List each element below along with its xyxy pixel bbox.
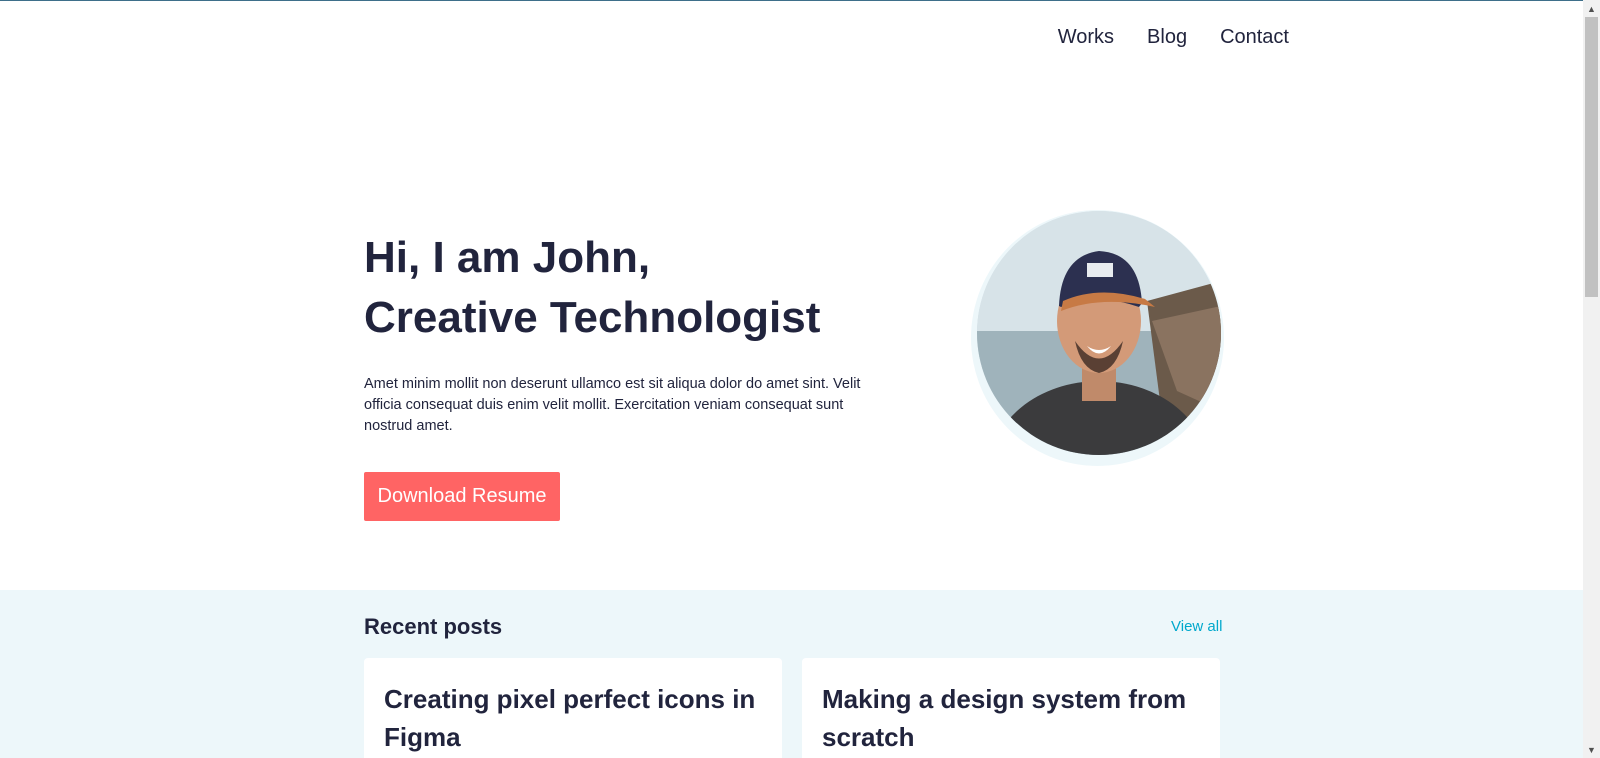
- view-all-link[interactable]: View all: [1171, 618, 1222, 635]
- post-card-title[interactable]: Making a design system from scratch: [822, 680, 1200, 756]
- nav-item-contact[interactable]: Contact: [1220, 26, 1289, 49]
- avatar-photo: [977, 211, 1221, 455]
- hero-title-line-2: Creative Technologist: [364, 293, 821, 342]
- main-nav: Works Blog Contact: [1058, 26, 1289, 49]
- hero-title-line-1: Hi, I am John,: [364, 233, 651, 282]
- top-border: [0, 0, 1583, 1]
- vertical-scrollbar[interactable]: ▲ ▼: [1583, 0, 1600, 758]
- hero-title: Hi, I am John, Creative Technologist: [364, 228, 820, 348]
- recent-posts-title: Recent posts: [364, 614, 503, 639]
- triangle-up-icon[interactable]: ▲: [1583, 0, 1600, 17]
- scrollbar-thumb[interactable]: [1585, 17, 1598, 297]
- post-card-title[interactable]: Creating pixel perfect icons in Figma: [384, 680, 762, 756]
- hero-description: Amet minim mollit non deserunt ullamco e…: [364, 376, 861, 434]
- recent-posts-section: Recent posts View all Creating pixel per…: [0, 590, 1583, 758]
- triangle-down-icon[interactable]: ▼: [1583, 741, 1600, 758]
- nav-item-works[interactable]: Works: [1058, 26, 1114, 49]
- post-card[interactable]: Creating pixel perfect icons in Figma: [364, 658, 782, 758]
- post-card[interactable]: Making a design system from scratch: [802, 658, 1220, 758]
- avatar: [977, 211, 1221, 455]
- page: Works Blog Contact Hi, I am John, Creati…: [0, 0, 1583, 758]
- download-resume-button[interactable]: Download Resume: [364, 472, 560, 521]
- nav-item-blog[interactable]: Blog: [1147, 26, 1187, 49]
